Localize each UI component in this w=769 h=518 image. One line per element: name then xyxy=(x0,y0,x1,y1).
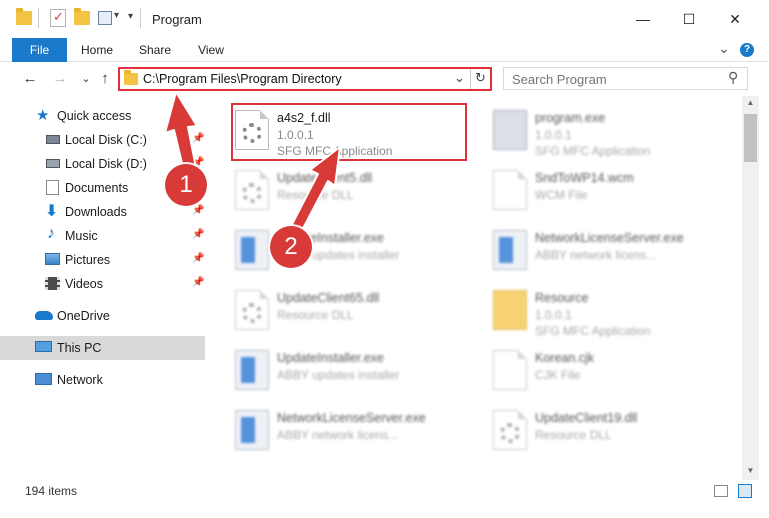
annotation-arrows xyxy=(164,91,341,239)
step-badge-1: 1 xyxy=(165,164,207,206)
step-badge-2: 2 xyxy=(270,226,312,268)
arrow-2 xyxy=(287,146,341,239)
